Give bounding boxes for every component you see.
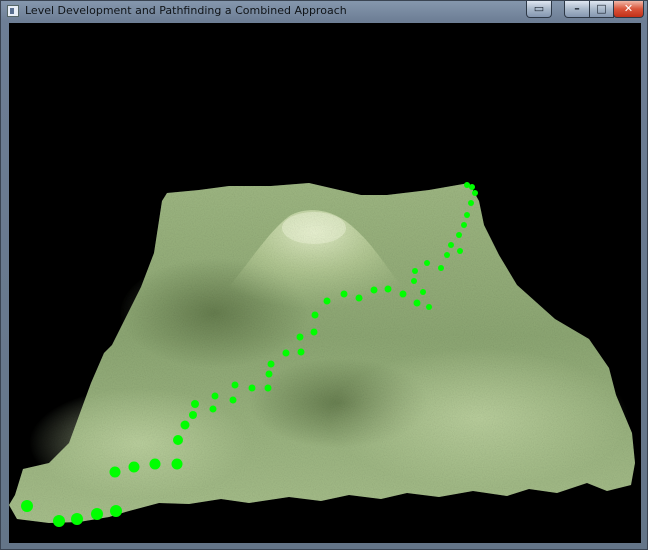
path-marker	[267, 360, 275, 368]
path-marker	[456, 232, 462, 238]
close-icon: ✕	[623, 2, 634, 15]
path-marker	[171, 458, 183, 470]
path-marker	[71, 513, 83, 525]
maximize-button[interactable]: □	[589, 1, 614, 18]
app-window-icon[interactable]	[7, 5, 19, 17]
path-marker	[426, 304, 432, 310]
path-marker	[110, 505, 122, 517]
path-marker	[209, 405, 217, 413]
path-marker	[438, 265, 444, 271]
path-marker	[191, 400, 199, 408]
path-marker	[412, 268, 418, 274]
path-marker	[464, 182, 470, 188]
path-marker	[180, 420, 190, 430]
path-marker	[411, 278, 417, 284]
render-viewport[interactable]	[9, 23, 641, 543]
path-marker	[128, 461, 140, 473]
path-marker	[282, 349, 290, 357]
terrain-left-light	[29, 388, 249, 498]
path-marker	[472, 190, 478, 196]
path-marker	[457, 248, 463, 254]
window-layout-icon: ▭	[533, 2, 545, 15]
path-marker	[189, 411, 197, 419]
path-marker	[424, 260, 430, 266]
path-marker	[468, 200, 474, 206]
path-marker	[264, 384, 272, 392]
path-marker	[149, 458, 161, 470]
minimize-button[interactable]: –	[564, 1, 590, 18]
path-marker	[109, 466, 121, 478]
path-marker	[444, 252, 450, 258]
terrain-hill-peak	[282, 212, 346, 244]
path-marker	[53, 515, 65, 527]
path-marker	[384, 285, 392, 293]
path-marker	[340, 290, 348, 298]
application-window: Level Development and Pathfinding a Comb…	[0, 0, 648, 550]
terrain-front-light	[329, 348, 629, 488]
path-marker	[21, 500, 33, 512]
path-marker	[464, 212, 470, 218]
path-marker	[323, 297, 331, 305]
path-marker	[297, 348, 305, 356]
path-marker	[413, 299, 421, 307]
path-marker	[448, 242, 454, 248]
path-marker	[355, 294, 363, 302]
path-marker	[399, 290, 407, 298]
path-marker	[420, 289, 426, 295]
path-marker	[229, 396, 237, 404]
minimize-icon: –	[574, 2, 580, 15]
path-marker	[91, 508, 103, 520]
title-bar[interactable]: Level Development and Pathfinding a Comb…	[1, 1, 647, 21]
path-marker	[248, 384, 256, 392]
path-marker	[311, 311, 319, 319]
path-marker	[296, 333, 304, 341]
path-marker	[265, 370, 273, 378]
window-title: Level Development and Pathfinding a Comb…	[25, 4, 347, 17]
path-marker	[211, 392, 219, 400]
path-marker	[461, 222, 467, 228]
window-layout-button[interactable]: ▭	[526, 1, 552, 18]
maximize-icon: □	[596, 2, 607, 15]
path-marker	[310, 328, 318, 336]
terrain-scene	[9, 23, 641, 543]
path-marker	[231, 381, 239, 389]
close-button[interactable]: ✕	[613, 1, 644, 18]
path-marker	[370, 286, 378, 294]
path-marker	[173, 435, 183, 445]
